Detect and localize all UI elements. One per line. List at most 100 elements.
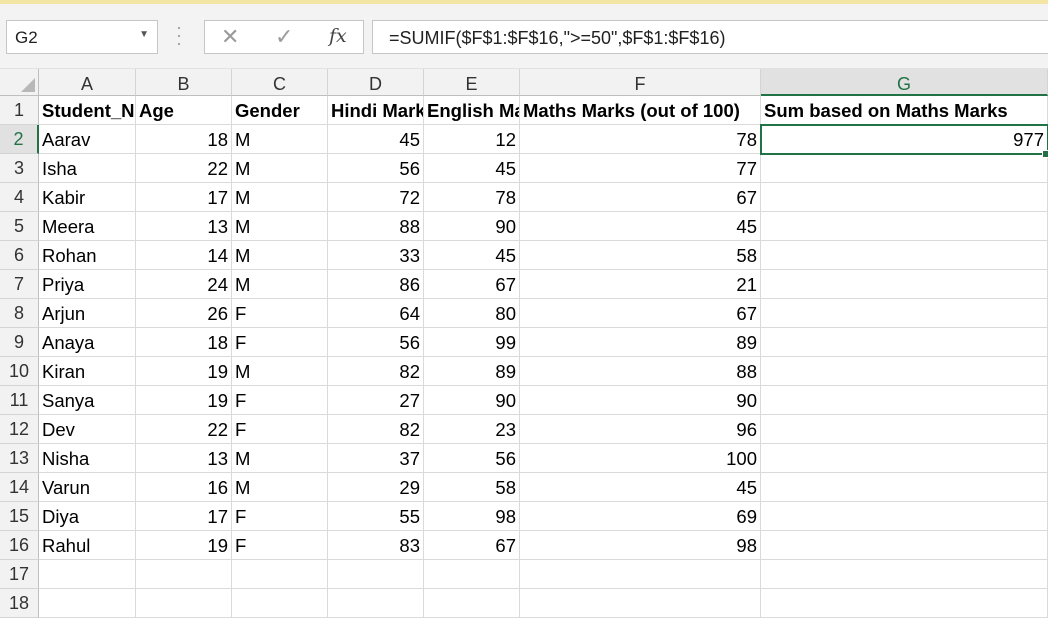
row-header-17[interactable]: 17 [0,560,39,589]
column-header-d[interactable]: D [328,69,424,96]
cell-c5[interactable]: M [232,212,328,241]
cell-e3[interactable]: 45 [424,154,520,183]
cell-d16[interactable]: 83 [328,531,424,560]
cell-c11[interactable]: F [232,386,328,415]
row-header-2[interactable]: 2 [0,125,39,154]
row-header-8[interactable]: 8 [0,299,39,328]
cell-e5[interactable]: 90 [424,212,520,241]
cell-b8[interactable]: 26 [136,299,232,328]
cell-f1[interactable]: Maths Marks (out of 100) [520,96,761,125]
cell-d2[interactable]: 45 [328,125,424,154]
row-header-5[interactable]: 5 [0,212,39,241]
cell-f15[interactable]: 69 [520,502,761,531]
cell-a8[interactable]: Arjun [39,299,136,328]
cell-b1[interactable]: Age [136,96,232,125]
cell-g13[interactable] [761,444,1048,473]
cell-c2[interactable]: M [232,125,328,154]
cell-a13[interactable]: Nisha [39,444,136,473]
column-header-e[interactable]: E [424,69,520,96]
cell-g18[interactable] [761,589,1048,618]
cell-a9[interactable]: Anaya [39,328,136,357]
cell-b5[interactable]: 13 [136,212,232,241]
cell-f10[interactable]: 88 [520,357,761,386]
cell-a15[interactable]: Diya [39,502,136,531]
cell-c16[interactable]: F [232,531,328,560]
cell-b13[interactable]: 13 [136,444,232,473]
cell-e2[interactable]: 12 [424,125,520,154]
cell-e7[interactable]: 67 [424,270,520,299]
cell-e14[interactable]: 58 [424,473,520,502]
cell-d8[interactable]: 64 [328,299,424,328]
cell-c14[interactable]: M [232,473,328,502]
row-header-18[interactable]: 18 [0,589,39,618]
cell-e15[interactable]: 98 [424,502,520,531]
cell-a16[interactable]: Rahul [39,531,136,560]
cell-e8[interactable]: 80 [424,299,520,328]
formula-input[interactable]: =SUMIF($F$1:$F$16,">=50",$F$1:$F$16) [372,20,1048,54]
cell-g17[interactable] [761,560,1048,589]
row-header-10[interactable]: 10 [0,357,39,386]
cell-f13[interactable]: 100 [520,444,761,473]
cell-b10[interactable]: 19 [136,357,232,386]
cell-d5[interactable]: 88 [328,212,424,241]
cell-b15[interactable]: 17 [136,502,232,531]
row-header-3[interactable]: 3 [0,154,39,183]
cell-f7[interactable]: 21 [520,270,761,299]
row-header-13[interactable]: 13 [0,444,39,473]
cell-g4[interactable] [761,183,1048,212]
cell-c8[interactable]: F [232,299,328,328]
cell-f8[interactable]: 67 [520,299,761,328]
cell-b12[interactable]: 22 [136,415,232,444]
cell-b16[interactable]: 19 [136,531,232,560]
cell-f3[interactable]: 77 [520,154,761,183]
cell-g3[interactable] [761,154,1048,183]
row-header-7[interactable]: 7 [0,270,39,299]
row-header-15[interactable]: 15 [0,502,39,531]
cell-c9[interactable]: F [232,328,328,357]
check-icon[interactable]: ✓ [275,24,293,50]
row-header-14[interactable]: 14 [0,473,39,502]
cell-a1[interactable]: Student_Name [39,96,136,125]
cell-f9[interactable]: 89 [520,328,761,357]
cell-g10[interactable] [761,357,1048,386]
cell-a3[interactable]: Isha [39,154,136,183]
cell-g9[interactable] [761,328,1048,357]
cell-e18[interactable] [424,589,520,618]
cell-b17[interactable] [136,560,232,589]
cell-f14[interactable]: 45 [520,473,761,502]
cell-a2[interactable]: Aarav [39,125,136,154]
cancel-icon[interactable]: ✕ [221,24,239,50]
cell-c13[interactable]: M [232,444,328,473]
cell-b6[interactable]: 14 [136,241,232,270]
cell-f16[interactable]: 98 [520,531,761,560]
cell-d9[interactable]: 56 [328,328,424,357]
row-header-16[interactable]: 16 [0,531,39,560]
cell-f6[interactable]: 58 [520,241,761,270]
cell-e4[interactable]: 78 [424,183,520,212]
row-header-11[interactable]: 11 [0,386,39,415]
cell-d17[interactable] [328,560,424,589]
cell-d15[interactable]: 55 [328,502,424,531]
cell-d18[interactable] [328,589,424,618]
cell-g6[interactable] [761,241,1048,270]
cell-c3[interactable]: M [232,154,328,183]
cell-a14[interactable]: Varun [39,473,136,502]
cell-b18[interactable] [136,589,232,618]
cell-e9[interactable]: 99 [424,328,520,357]
cell-c18[interactable] [232,589,328,618]
cell-e12[interactable]: 23 [424,415,520,444]
cell-e1[interactable]: English Marks (out of 100) [424,96,520,125]
column-header-g[interactable]: G [761,69,1048,96]
cell-b11[interactable]: 19 [136,386,232,415]
cell-c10[interactable]: M [232,357,328,386]
cell-f17[interactable] [520,560,761,589]
cell-g2[interactable]: 977 [760,124,1048,155]
cell-b3[interactable]: 22 [136,154,232,183]
cell-d1[interactable]: Hindi Marks (out of 100) [328,96,424,125]
cell-a10[interactable]: Kiran [39,357,136,386]
insert-function-icon[interactable]: fx [329,25,347,47]
name-box[interactable]: G2 ▼ [6,20,158,54]
cell-d12[interactable]: 82 [328,415,424,444]
cell-g14[interactable] [761,473,1048,502]
cell-c1[interactable]: Gender [232,96,328,125]
